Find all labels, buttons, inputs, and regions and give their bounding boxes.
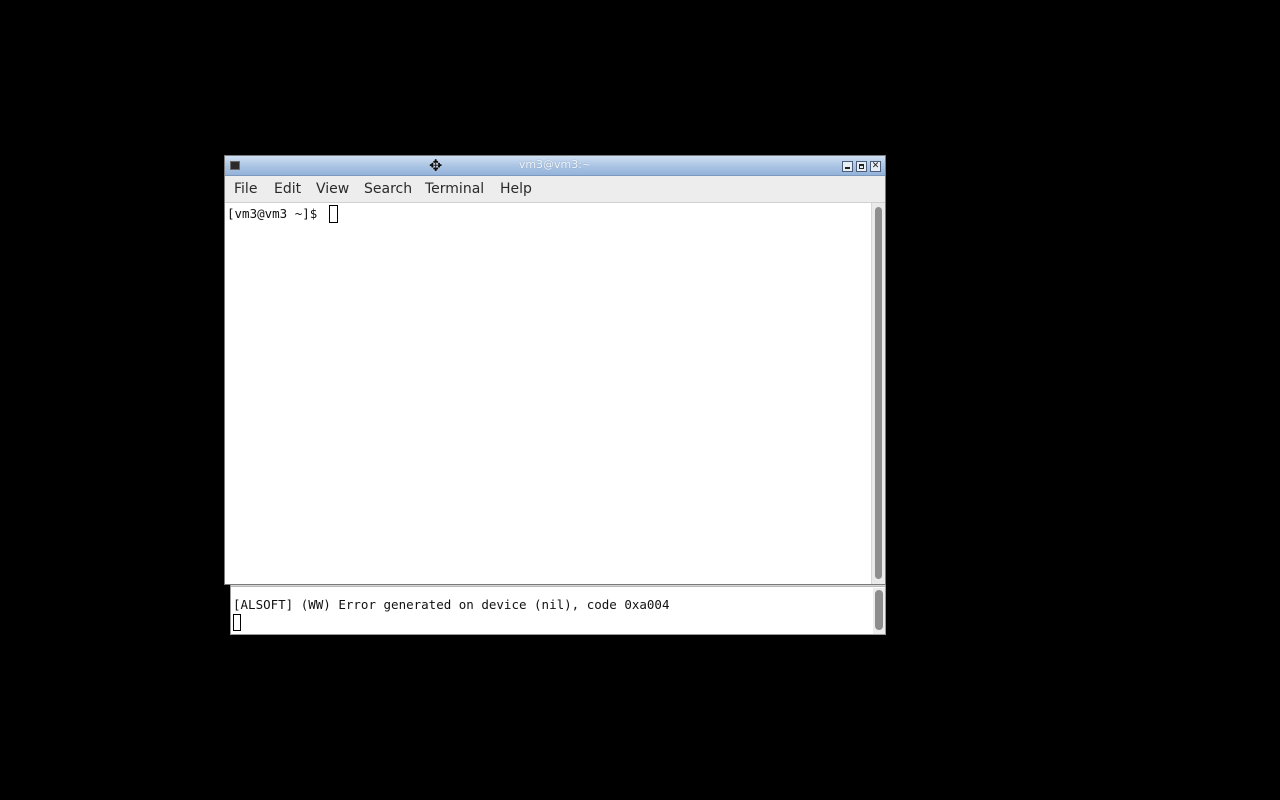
close-icon: ✕	[871, 161, 880, 171]
menu-view[interactable]: View	[314, 181, 351, 197]
terminal-cursor	[329, 205, 338, 223]
background-terminal-window[interactable]: [ALSOFT] (WW) Error generated on device …	[230, 582, 886, 635]
menu-help[interactable]: Help	[498, 181, 534, 197]
close-button[interactable]: ✕	[870, 161, 881, 172]
vertical-scrollbar[interactable]	[871, 203, 885, 584]
terminal-output-line: [ALSOFT] (WW) Error generated on device …	[233, 597, 670, 612]
menu-edit[interactable]: Edit	[272, 181, 303, 197]
menu-terminal[interactable]: Terminal	[423, 181, 486, 197]
background-scrollbar[interactable]	[873, 588, 885, 634]
maximize-button[interactable]	[856, 161, 867, 172]
menu-bar: File Edit View Search Terminal Help	[225, 176, 885, 203]
move-cursor-icon: ✥	[429, 156, 443, 175]
shell-prompt: [vm3@vm3 ~]$	[227, 206, 325, 221]
terminal-cursor	[233, 614, 241, 631]
terminal-text-area[interactable]: [vm3@vm3 ~]$	[225, 203, 871, 584]
window-titlebar[interactable]: vm3@vm3:~ ✥ ✕	[225, 156, 885, 176]
menu-search[interactable]: Search	[362, 181, 414, 197]
window-title: vm3@vm3:~	[518, 158, 592, 171]
scroll-thumb[interactable]	[875, 207, 882, 579]
minimize-button[interactable]	[842, 161, 853, 172]
terminal-window[interactable]: vm3@vm3:~ ✥ ✕ File Edit View Search Term…	[224, 155, 886, 585]
menu-file[interactable]: File	[232, 181, 259, 197]
desktop: [ALSOFT] (WW) Error generated on device …	[0, 0, 1280, 800]
background-scroll-thumb[interactable]	[875, 590, 883, 630]
